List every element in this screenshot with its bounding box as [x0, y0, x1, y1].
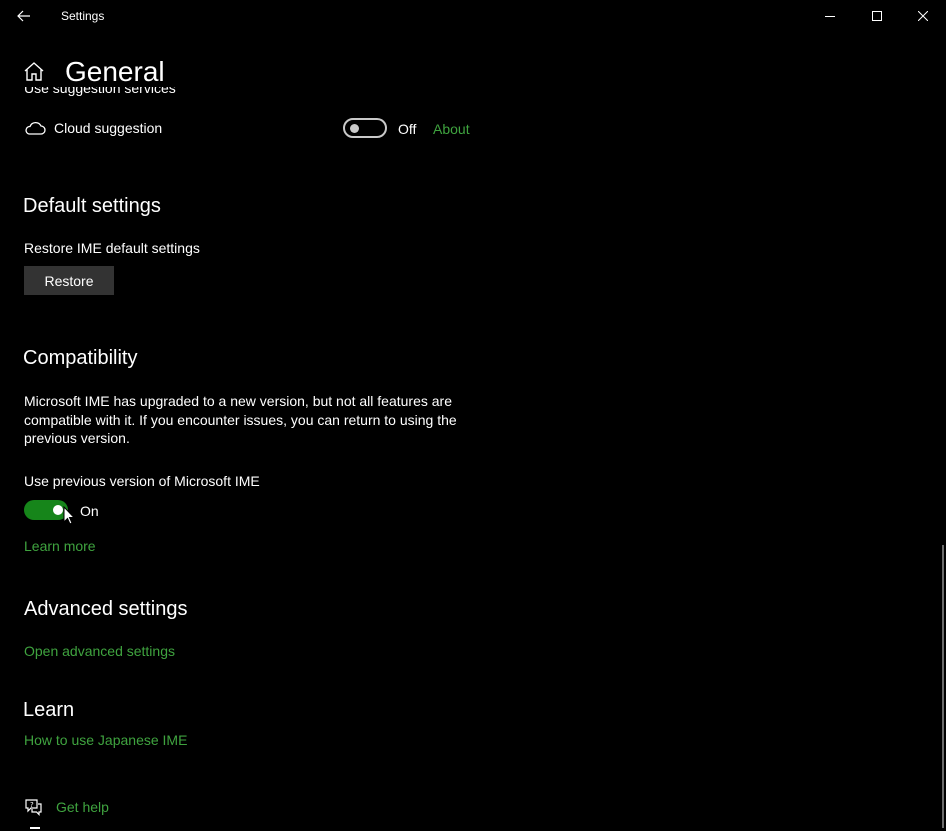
how-to-use-link[interactable]: How to use Japanese IME	[24, 732, 187, 748]
title-bar: Settings	[0, 0, 946, 32]
mouse-cursor-icon	[63, 505, 76, 531]
next-footer-item-icon	[30, 827, 40, 829]
suggestion-services-heading: Use suggestion services	[24, 87, 176, 96]
compatibility-heading: Compatibility	[23, 347, 138, 369]
cloud-icon	[24, 118, 46, 138]
previous-version-state: On	[80, 503, 99, 519]
previous-version-toggle[interactable]	[24, 500, 68, 520]
cloud-suggestion-label: Cloud suggestion	[54, 120, 163, 136]
page-title: General	[65, 56, 165, 87]
learn-more-link[interactable]: Learn more	[24, 538, 96, 554]
previous-version-label: Use previous version of Microsoft IME	[24, 473, 260, 489]
get-help-icon[interactable]: ?	[23, 797, 43, 817]
cloud-suggestion-toggle[interactable]	[343, 118, 387, 138]
svg-text:?: ?	[30, 801, 34, 809]
default-settings-heading: Default settings	[23, 195, 161, 217]
learn-heading: Learn	[23, 699, 75, 721]
home-icon[interactable]	[22, 60, 46, 84]
maximize-icon[interactable]	[854, 0, 900, 32]
about-link[interactable]: About	[433, 121, 470, 137]
restore-button[interactable]: Restore	[24, 266, 114, 295]
advanced-settings-heading: Advanced settings	[24, 598, 188, 620]
app-title: Settings	[61, 9, 105, 23]
compatibility-description: Microsoft IME has upgraded to a new vers…	[24, 393, 457, 446]
get-help-link[interactable]: Get help	[56, 799, 109, 815]
back-arrow-icon[interactable]	[10, 4, 38, 28]
open-advanced-settings-link[interactable]: Open advanced settings	[24, 643, 175, 659]
restore-ime-label: Restore IME default settings	[24, 240, 200, 256]
cloud-suggestion-state: Off	[398, 121, 417, 137]
scrollbar-thumb[interactable]	[942, 545, 944, 828]
minimize-icon[interactable]	[807, 0, 853, 32]
close-icon[interactable]	[900, 0, 946, 32]
